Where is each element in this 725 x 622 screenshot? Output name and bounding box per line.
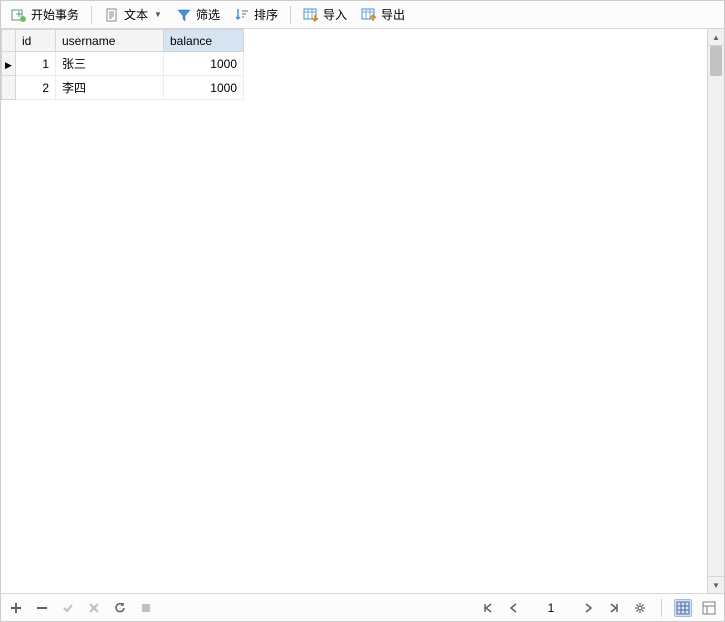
import-button[interactable]: 导入 bbox=[297, 4, 353, 25]
main-area: id username balance ▶1张三10002李四1000 ▲ ▼ bbox=[1, 29, 724, 593]
data-grid: id username balance ▶1张三10002李四1000 bbox=[1, 29, 244, 100]
column-header-balance[interactable]: balance bbox=[164, 30, 244, 52]
cell-id[interactable]: 2 bbox=[16, 76, 56, 100]
scroll-down-button[interactable]: ▼ bbox=[708, 576, 724, 593]
column-header-id[interactable]: id bbox=[16, 30, 56, 52]
table-row[interactable]: 2李四1000 bbox=[2, 76, 244, 100]
transaction-icon bbox=[11, 7, 27, 23]
import-label: 导入 bbox=[323, 6, 347, 23]
header-row: id username balance bbox=[2, 30, 244, 52]
scroll-up-button[interactable]: ▲ bbox=[708, 29, 724, 46]
grid-view-button[interactable] bbox=[674, 599, 692, 617]
row-selector[interactable]: ▶ bbox=[2, 52, 16, 76]
vertical-scrollbar[interactable]: ▲ ▼ bbox=[707, 29, 724, 593]
column-header-username[interactable]: username bbox=[56, 30, 164, 52]
add-row-button[interactable] bbox=[7, 599, 25, 617]
cell-balance[interactable]: 1000 bbox=[164, 52, 244, 76]
dropdown-arrow-icon: ▼ bbox=[154, 10, 162, 19]
cancel-button[interactable] bbox=[85, 599, 103, 617]
settings-button[interactable] bbox=[631, 599, 649, 617]
scroll-thumb[interactable] bbox=[710, 46, 722, 76]
begin-transaction-label: 开始事务 bbox=[31, 6, 79, 23]
form-view-button[interactable] bbox=[700, 599, 718, 617]
sort-button[interactable]: 排序 bbox=[228, 4, 284, 25]
cell-id[interactable]: 1 bbox=[16, 52, 56, 76]
sort-label: 排序 bbox=[254, 6, 278, 23]
refresh-button[interactable] bbox=[111, 599, 129, 617]
next-page-button[interactable] bbox=[579, 599, 597, 617]
toolbar: 开始事务 文本 ▼ 筛选 排序 导入 导出 bbox=[1, 1, 724, 29]
data-grid-area[interactable]: id username balance ▶1张三10002李四1000 bbox=[1, 29, 707, 593]
export-button[interactable]: 导出 bbox=[355, 4, 411, 25]
apply-button[interactable] bbox=[59, 599, 77, 617]
status-right bbox=[479, 599, 718, 617]
table-row[interactable]: ▶ 1张三1000 bbox=[2, 52, 244, 76]
first-page-button[interactable] bbox=[479, 599, 497, 617]
sort-icon bbox=[234, 7, 250, 23]
toolbar-separator bbox=[91, 6, 92, 24]
row-selector[interactable] bbox=[2, 76, 16, 100]
filter-button[interactable]: 筛选 bbox=[170, 4, 226, 25]
statusbar-separator bbox=[661, 599, 662, 617]
row-selector-header[interactable] bbox=[2, 30, 16, 52]
scroll-track[interactable] bbox=[708, 46, 724, 576]
last-page-button[interactable] bbox=[605, 599, 623, 617]
text-button[interactable]: 文本 ▼ bbox=[98, 4, 168, 25]
cell-username[interactable]: 李四 bbox=[56, 76, 164, 100]
current-row-indicator-icon: ▶ bbox=[5, 60, 12, 70]
document-icon bbox=[104, 7, 120, 23]
cell-balance[interactable]: 1000 bbox=[164, 76, 244, 100]
text-label: 文本 bbox=[124, 6, 148, 23]
toolbar-separator bbox=[290, 6, 291, 24]
import-icon bbox=[303, 7, 319, 23]
page-number-input[interactable] bbox=[531, 601, 571, 615]
status-bar bbox=[1, 593, 724, 621]
begin-transaction-button[interactable]: 开始事务 bbox=[5, 4, 85, 25]
filter-icon bbox=[176, 7, 192, 23]
stop-button[interactable] bbox=[137, 599, 155, 617]
export-label: 导出 bbox=[381, 6, 405, 23]
prev-page-button[interactable] bbox=[505, 599, 523, 617]
filter-label: 筛选 bbox=[196, 6, 220, 23]
status-left bbox=[7, 599, 155, 617]
cell-username[interactable]: 张三 bbox=[56, 52, 164, 76]
export-icon bbox=[361, 7, 377, 23]
delete-row-button[interactable] bbox=[33, 599, 51, 617]
